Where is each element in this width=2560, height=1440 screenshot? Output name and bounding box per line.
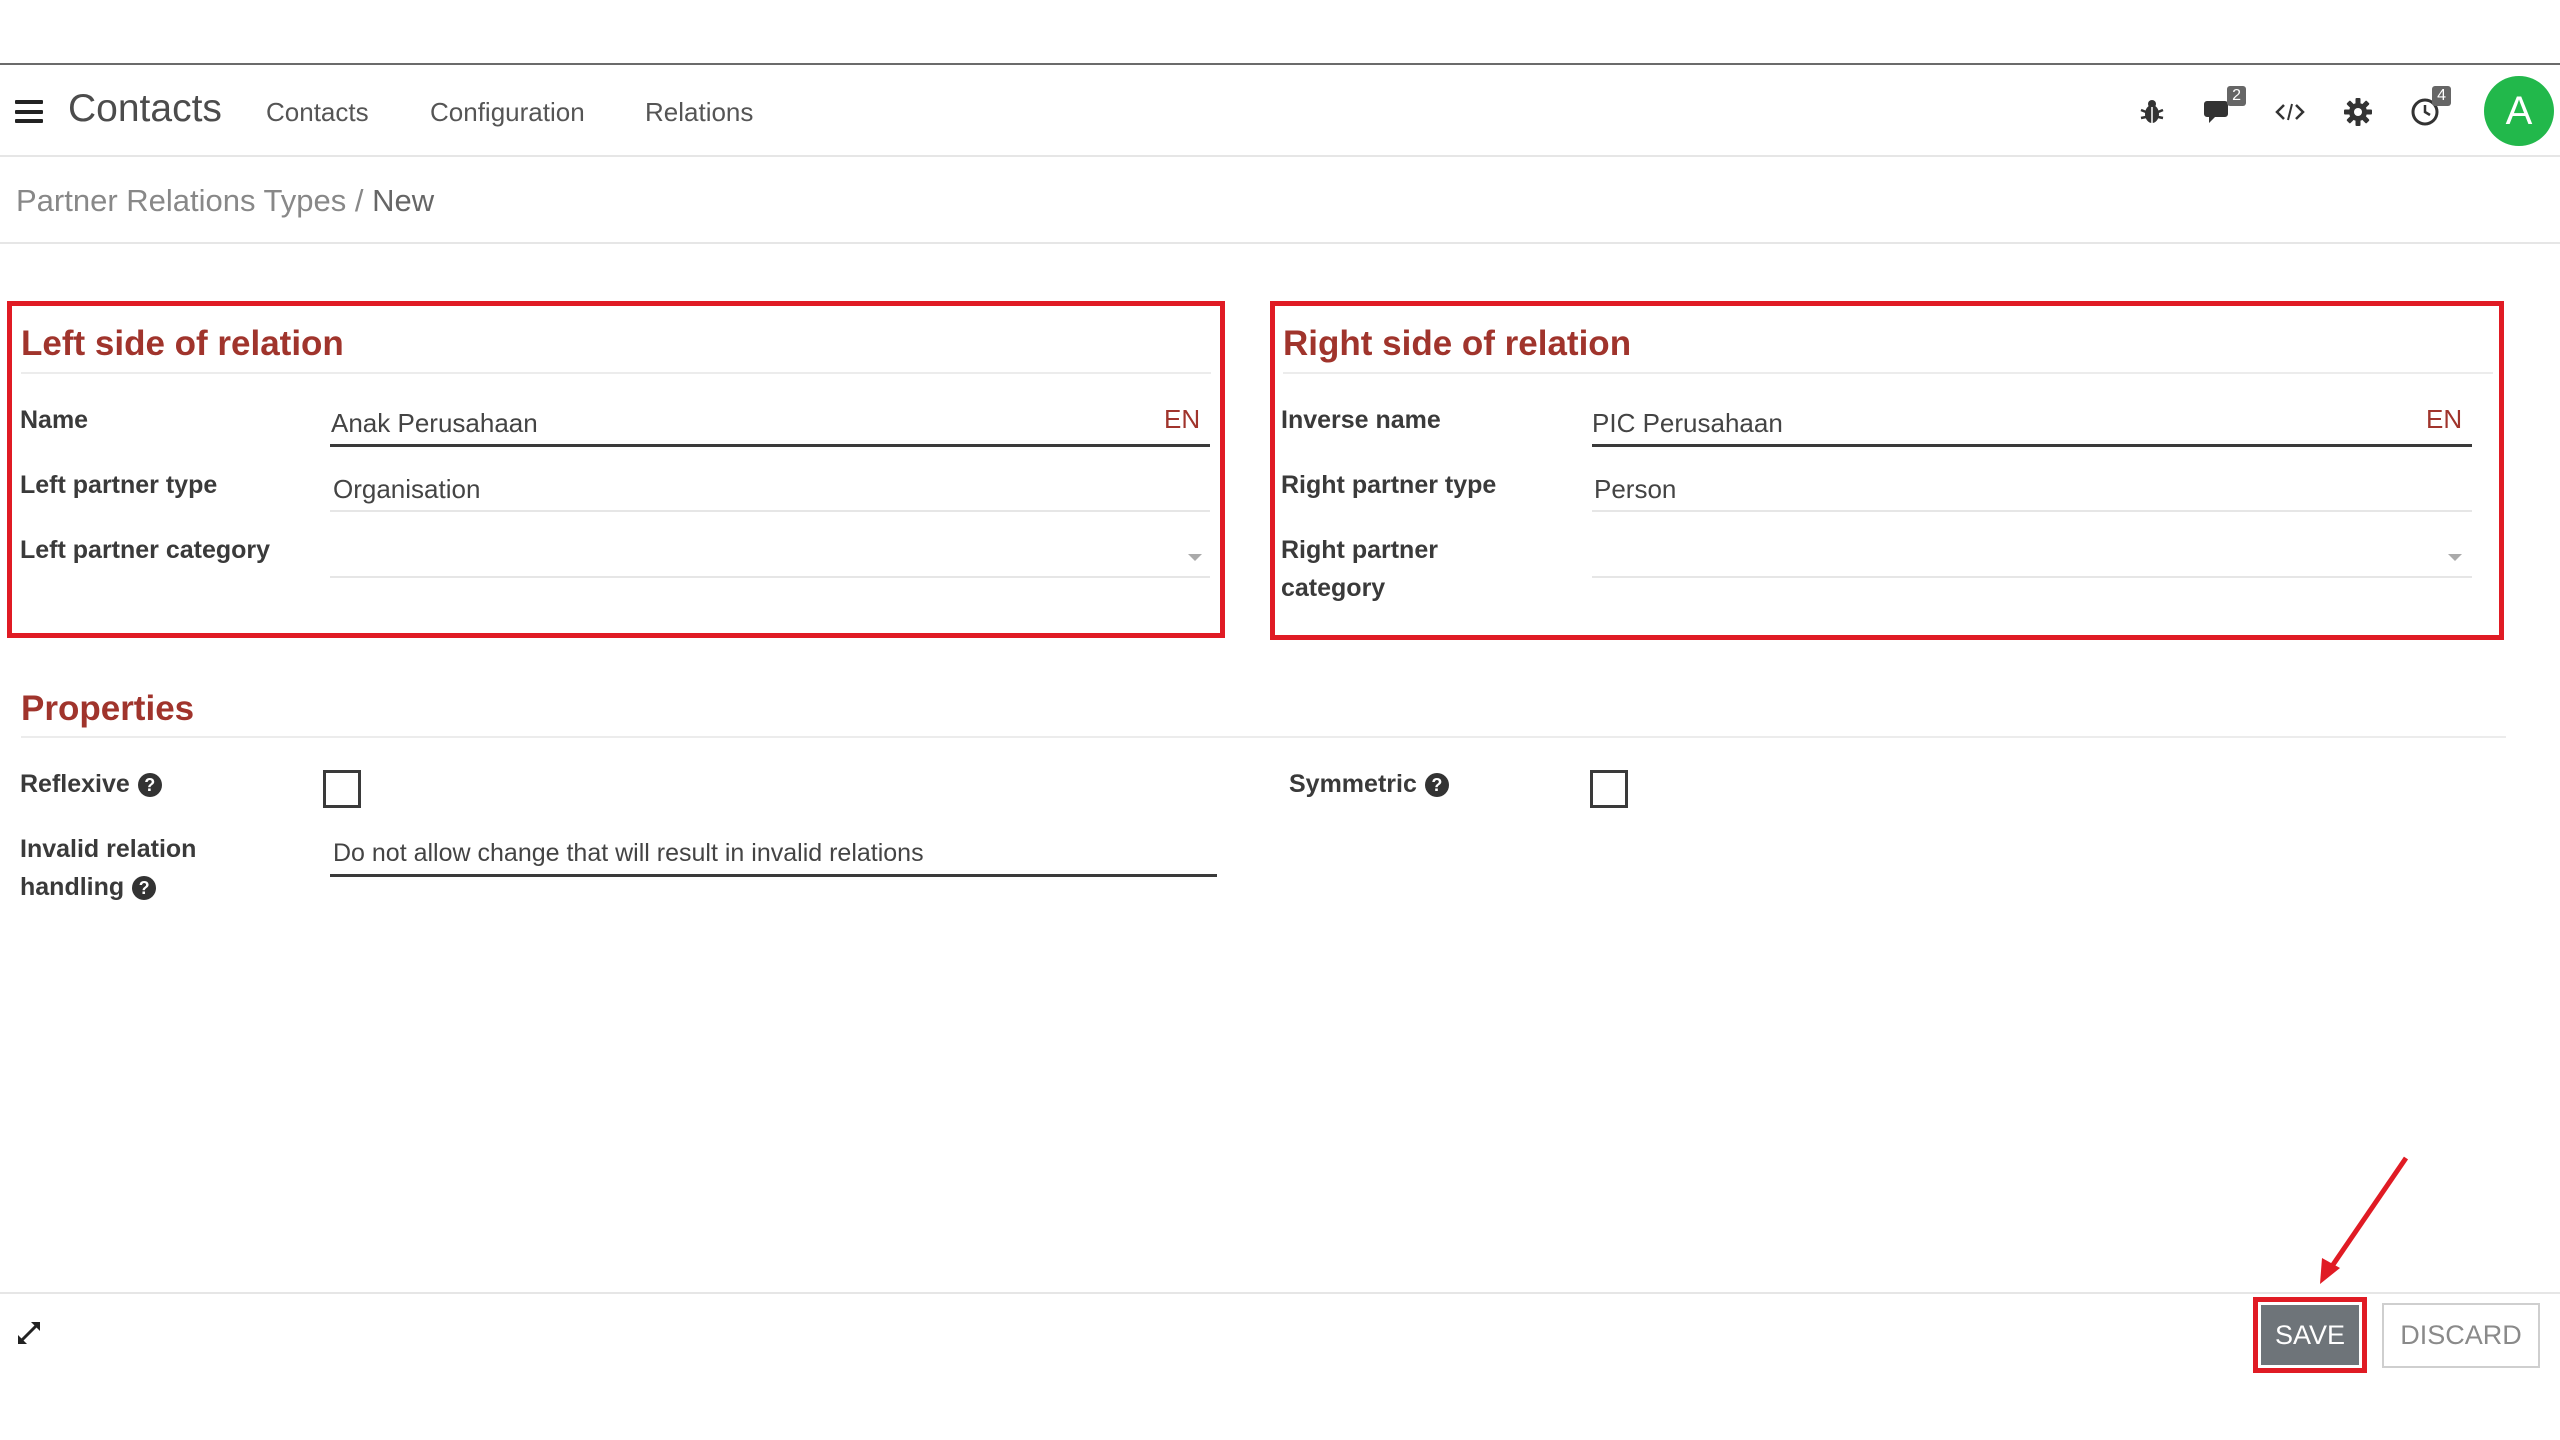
right-partner-category-label-line1: Right partner bbox=[1281, 536, 1438, 564]
inverse-name-input[interactable]: PIC Perusahaan bbox=[1592, 408, 1783, 439]
chevron-down-icon[interactable] bbox=[1188, 554, 1202, 561]
invalid-handling-select[interactable]: Do not allow change that will result in … bbox=[333, 839, 924, 868]
right-partner-type-select[interactable]: Person bbox=[1594, 474, 1676, 505]
messages-icon[interactable]: 2 bbox=[2200, 86, 2246, 132]
footer-divider bbox=[0, 1292, 2560, 1294]
invalid-handling-underline bbox=[330, 874, 1217, 877]
help-icon[interactable]: ? bbox=[1424, 773, 1449, 798]
help-icon[interactable]: ? bbox=[137, 773, 162, 798]
inverse-name-lang-button[interactable]: EN bbox=[2426, 404, 2462, 435]
user-avatar[interactable]: A bbox=[2484, 76, 2554, 146]
left-partner-category-underline bbox=[330, 576, 1210, 578]
chevron-down-icon[interactable] bbox=[2448, 554, 2462, 561]
breadcrumb-current: New bbox=[372, 183, 435, 218]
gear-icon[interactable] bbox=[2338, 92, 2378, 132]
symmetric-label-text: Symmetric bbox=[1289, 770, 1417, 798]
name-input[interactable]: Anak Perusahaan bbox=[331, 408, 538, 439]
right-partner-category-label-line2: category bbox=[1281, 574, 1386, 602]
symmetric-label: Symmetric? bbox=[1289, 765, 1449, 803]
code-icon[interactable] bbox=[2270, 92, 2310, 132]
left-title-rule bbox=[21, 372, 1211, 374]
breadcrumb-divider bbox=[0, 242, 2560, 244]
menu-relations[interactable]: Relations bbox=[645, 97, 753, 128]
apps-menu-icon[interactable] bbox=[15, 100, 43, 123]
reflexive-label-text: Reflexive bbox=[20, 770, 130, 798]
help-icon[interactable]: ? bbox=[132, 876, 157, 901]
properties-title: Properties bbox=[21, 689, 195, 728]
right-partner-type-underline bbox=[1592, 510, 2472, 512]
properties-title-rule bbox=[21, 736, 2506, 738]
main-navbar: Contacts Contacts Configuration Relation… bbox=[0, 65, 2560, 157]
save-button[interactable]: SAVE bbox=[2261, 1305, 2359, 1365]
messages-badge: 2 bbox=[2227, 86, 2246, 106]
activity-clock-icon[interactable]: 4 bbox=[2405, 86, 2451, 132]
app-root: Contacts Contacts Configuration Relation… bbox=[0, 0, 2560, 1440]
annotation-arrow-icon bbox=[2320, 1156, 2409, 1284]
right-group-title: Right side of relation bbox=[1283, 324, 1632, 363]
inverse-name-label: Inverse name bbox=[1281, 406, 1441, 434]
expand-icon[interactable] bbox=[14, 1318, 44, 1348]
symmetric-checkbox[interactable] bbox=[1590, 770, 1628, 808]
right-partner-category-select[interactable] bbox=[1594, 540, 2444, 570]
left-partner-type-label: Left partner type bbox=[20, 471, 218, 499]
invalid-handling-label-line1: Invalid relation bbox=[20, 835, 197, 863]
right-partner-category-underline bbox=[1592, 576, 2472, 578]
debug-bug-icon[interactable] bbox=[2132, 92, 2172, 132]
invalid-handling-label: Invalid relation handling? bbox=[20, 830, 196, 906]
left-partner-category-select[interactable] bbox=[333, 540, 1183, 570]
breadcrumb: Partner Relations Types / New bbox=[16, 183, 434, 219]
breadcrumb-parent[interactable]: Partner Relations Types bbox=[16, 183, 346, 218]
reflexive-label: Reflexive? bbox=[20, 765, 162, 803]
inverse-name-underline bbox=[1592, 444, 2472, 447]
invalid-handling-label-line2: handling bbox=[20, 873, 125, 901]
left-partner-category-label: Left partner category bbox=[20, 536, 271, 564]
name-input-underline bbox=[330, 444, 1210, 447]
menu-configuration[interactable]: Configuration bbox=[430, 97, 585, 128]
app-title[interactable]: Contacts bbox=[68, 87, 222, 131]
left-partner-type-select[interactable]: Organisation bbox=[333, 474, 480, 505]
activities-badge: 4 bbox=[2432, 86, 2451, 106]
left-group-title: Left side of relation bbox=[21, 324, 344, 363]
left-partner-type-underline bbox=[330, 510, 1210, 512]
name-lang-button[interactable]: EN bbox=[1164, 404, 1200, 435]
reflexive-checkbox[interactable] bbox=[323, 770, 361, 808]
right-title-rule bbox=[1283, 372, 2493, 374]
breadcrumb-separator: / bbox=[346, 183, 373, 218]
name-label: Name bbox=[20, 406, 89, 434]
right-partner-type-label: Right partner type bbox=[1281, 471, 1497, 499]
menu-contacts[interactable]: Contacts bbox=[266, 97, 369, 128]
right-partner-category-label: Right partner category bbox=[1281, 531, 1438, 607]
discard-button[interactable]: DISCARD bbox=[2382, 1303, 2540, 1368]
